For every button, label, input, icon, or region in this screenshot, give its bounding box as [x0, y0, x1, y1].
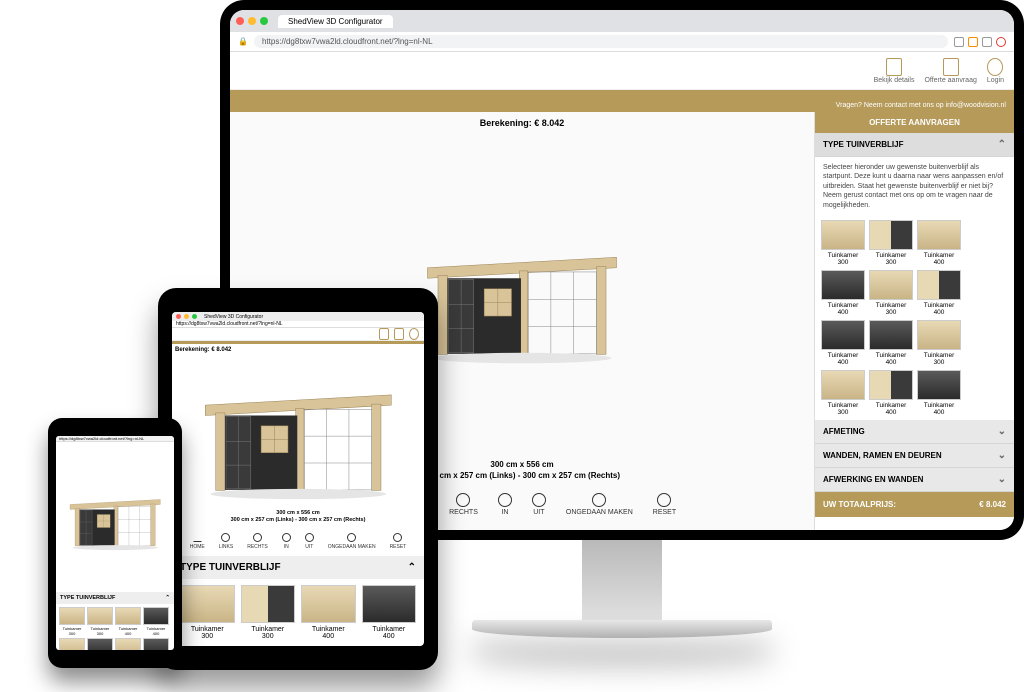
product-card[interactable]: Tuinkamer400 — [143, 638, 169, 650]
product-card[interactable]: Tuinkamer400 — [143, 607, 169, 636]
product-card[interactable]: Tuinkamer300 — [59, 638, 85, 650]
phone-accordion-type[interactable]: TYPE TUINVERBLIJF⌃ — [56, 592, 174, 604]
rotate-right-icon — [456, 493, 470, 507]
chevron-up-icon: ⌃ — [165, 595, 170, 601]
browser-tabs: ShedView 3D Configurator — [230, 10, 1014, 32]
minus-icon — [532, 493, 546, 507]
zoom-in-button[interactable]: IN — [498, 493, 512, 516]
reset-button[interactable]: RESET — [653, 493, 676, 516]
extension-icon[interactable] — [982, 37, 992, 47]
product-card[interactable]: Tuinkamer400 — [917, 270, 961, 316]
product-card[interactable]: Tuinkamer400 — [115, 607, 141, 636]
tablet-product-grid: Tuinkamer300 Tuinkamer300 Tuinkamer400 T… — [172, 579, 424, 646]
product-card[interactable]: Tuinkamer300 — [821, 370, 865, 416]
reset-button[interactable]: RESET — [390, 533, 407, 550]
details-button[interactable] — [379, 328, 389, 340]
zoom-out-button[interactable]: UIT — [305, 533, 314, 550]
plus-icon — [498, 493, 512, 507]
undo-button[interactable]: ONGEDAAN MAKEN — [566, 493, 633, 516]
total-price: UW TOTAALPRIJS:€ 8.042 — [815, 492, 1014, 517]
tablet-accordion-type[interactable]: TYPE TUINVERBLIJF⌃ — [172, 556, 424, 579]
login-button[interactable]: Login — [987, 58, 1004, 84]
person-icon — [987, 58, 1003, 76]
chevron-up-icon: ⌃ — [998, 139, 1006, 150]
rotate-right-button[interactable]: RECHTS — [449, 493, 478, 516]
phone-device: https://dg8txw7vwa2ld.cloudfront.net/?ln… — [48, 418, 182, 668]
quote-button[interactable] — [394, 328, 404, 340]
rotate-right-button[interactable]: RECHTS — [247, 533, 268, 550]
undo-button[interactable]: ONGEDAAN MAKEN — [328, 533, 376, 550]
window-minimize-icon[interactable] — [248, 17, 256, 25]
login-button[interactable] — [409, 328, 419, 340]
product-card[interactable]: Tuinkamer300 — [59, 607, 85, 636]
tablet-canvas[interactable] — [172, 356, 424, 506]
home-button[interactable]: HOME — [190, 533, 205, 550]
details-button[interactable]: Bekijk details — [874, 58, 915, 84]
product-card[interactable]: Tuinkamer300 — [241, 585, 296, 640]
extension-icon[interactable] — [954, 37, 964, 47]
product-card[interactable]: Tuinkamer300 — [180, 585, 235, 640]
document-icon — [943, 58, 959, 76]
quote-button[interactable]: Offerte aanvraag — [924, 58, 976, 84]
accordion-wanden[interactable]: WANDEN, RAMEN EN DEUREN⌄ — [815, 444, 1014, 468]
browser-tab[interactable]: ShedView 3D Configurator — [278, 15, 393, 28]
product-card[interactable]: Tuinkamer400 — [821, 270, 865, 316]
tablet-app-header — [172, 328, 424, 341]
window-close-icon[interactable] — [236, 17, 244, 25]
phone-product-grid: Tuinkamer300 Tuinkamer300 Tuinkamer400 T… — [56, 604, 174, 650]
type-description: Selecteer hieronder uw gewenste buitenve… — [815, 157, 1014, 216]
rotate-left-button[interactable]: LINKS — [219, 533, 233, 550]
product-card[interactable]: Tuinkamer300 — [917, 320, 961, 366]
zoom-out-button[interactable]: UIT — [532, 493, 546, 516]
reset-icon — [657, 493, 671, 507]
zoom-in-button[interactable]: IN — [282, 533, 291, 550]
tablet-url-bar[interactable]: https://dg8txw7vwa2ld.cloudfront.net/?ln… — [172, 321, 424, 328]
accordion-afwerking[interactable]: AFWERKING EN WANDEN⌄ — [815, 468, 1014, 492]
tablet-browser-chrome: ShedView 3D Configurator — [172, 312, 424, 321]
tablet-toolbar: HOME LINKS RECHTS IN UIT ONGEDAAN MAKEN … — [172, 529, 424, 556]
chevron-up-icon: ⌃ — [408, 562, 416, 573]
extension-icon[interactable] — [996, 37, 1006, 47]
chevron-down-icon: ⌄ — [998, 426, 1006, 437]
extension-icon[interactable] — [968, 37, 978, 47]
product-card[interactable]: Tuinkamer300 — [869, 270, 913, 316]
help-bar: Vragen? Neem contact met ons op info@woo… — [230, 98, 1014, 112]
price-display: Berekening: € 8.042 — [474, 112, 571, 134]
lock-icon: 🔒 — [238, 37, 248, 46]
product-card[interactable]: Tuinkamer400 — [869, 320, 913, 366]
product-card[interactable]: Tuinkamer300 — [821, 220, 865, 266]
product-card[interactable]: Tuinkamer400 — [821, 320, 865, 366]
window-maximize-icon[interactable] — [260, 17, 268, 25]
product-card[interactable]: Tuinkamer300 — [869, 220, 913, 266]
product-card[interactable]: Tuinkamer400 — [917, 370, 961, 416]
request-quote-button[interactable]: OFFERTE AANVRAGEN — [815, 112, 1014, 133]
product-card[interactable]: Tuinkamer400 — [115, 638, 141, 650]
app-header: Bekijk details Offerte aanvraag Login — [230, 52, 1014, 90]
product-card[interactable]: Tuinkamer400 — [362, 585, 417, 640]
product-grid: Tuinkamer300 Tuinkamer300 Tuinkamer400 T… — [815, 216, 1014, 420]
browser-url-bar: 🔒 https://dg8txw7vwa2ld.cloudfront.net/?… — [230, 32, 1014, 52]
accordion-type[interactable]: TYPE TUINVERBLIJF⌃ — [815, 133, 1014, 157]
accordion-afmeting[interactable]: AFMETING⌄ — [815, 420, 1014, 444]
document-icon — [886, 58, 902, 76]
chevron-down-icon: ⌄ — [998, 450, 1006, 461]
tablet-price: Berekening: € 8.042 — [172, 344, 424, 356]
chevron-down-icon: ⌄ — [998, 474, 1006, 485]
product-card[interactable]: Tuinkamer400 — [301, 585, 356, 640]
phone-canvas[interactable] — [56, 442, 174, 592]
dimensions-label: 300 cm x 556 cm 300 cm x 257 cm (Links) … — [420, 455, 624, 485]
tablet-device: ShedView 3D Configurator https://dg8txw7… — [158, 288, 438, 670]
undo-icon — [592, 493, 606, 507]
config-panel: OFFERTE AANVRAGEN TYPE TUINVERBLIJF⌃ Sel… — [814, 112, 1014, 530]
tablet-dimensions: 300 cm x 556 cm 300 cm x 257 cm (Links) … — [172, 506, 424, 529]
brand-strip — [230, 90, 1014, 98]
url-input[interactable]: https://dg8txw7vwa2ld.cloudfront.net/?ln… — [254, 35, 948, 48]
product-card[interactable]: Tuinkamer300 — [87, 638, 113, 650]
product-card[interactable]: Tuinkamer300 — [87, 607, 113, 636]
product-card[interactable]: Tuinkamer400 — [869, 370, 913, 416]
product-card[interactable]: Tuinkamer400 — [917, 220, 961, 266]
